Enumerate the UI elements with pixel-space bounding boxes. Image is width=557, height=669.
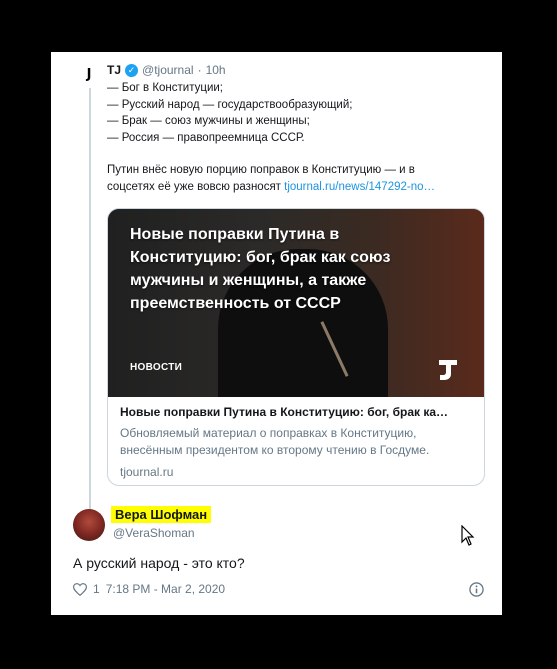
quoted-tweet-text: — Бог в Конституции; — Русский народ — г…: [107, 80, 487, 195]
user-avatar[interactable]: [73, 509, 105, 541]
quoted-time[interactable]: 10h: [206, 63, 226, 77]
thread-line: [89, 88, 91, 528]
text-gap: [107, 146, 487, 162]
user-name[interactable]: Вера Шофман: [111, 506, 212, 523]
link-preview-body: Новые поправки Путина в Конституцию: бог…: [120, 405, 472, 479]
image-category: НОВОСТИ: [130, 362, 183, 373]
tweet-meta: 1 7:18 PM - Mar 2, 2020: [73, 582, 225, 596]
article-link[interactable]: tjournal.ru/news/147292-no…: [284, 181, 435, 193]
text-line: соцсетях её уже вовсю разносят tjournal.…: [107, 179, 487, 196]
text-line: — Россия — правопреемница СССР.: [107, 131, 305, 144]
text-line: — Брак — союз мужчины и женщины;: [107, 115, 310, 127]
header-separator: ·: [197, 63, 202, 77]
tj-logo-icon: [439, 360, 457, 380]
verified-badge-icon: ✓: [125, 63, 139, 77]
mouse-cursor-icon: [461, 525, 475, 546]
tj-avatar[interactable]: J: [79, 64, 99, 84]
link-headline[interactable]: Новые поправки Путина в Конституцию: бог…: [120, 405, 472, 419]
like-count: 1: [93, 582, 100, 596]
quoted-author-name[interactable]: TJ: [107, 63, 121, 77]
heart-icon[interactable]: [73, 582, 87, 596]
para-text: соцсетях её уже вовсю разносят: [107, 180, 285, 193]
tweet-card: J TJ ✓ @tjournal · 10h — Бог в Конституц…: [51, 52, 502, 615]
link-source: tjournal.ru: [120, 465, 174, 479]
tweet-timestamp[interactable]: 7:18 PM - Mar 2, 2020: [106, 582, 225, 596]
reply-text: А русский народ - это кто?: [73, 555, 245, 571]
quoted-tweet-header: TJ ✓ @tjournal · 10h: [107, 63, 226, 77]
link-description: Обновляемый материал о поправках в Конст…: [120, 426, 430, 457]
link-preview-card[interactable]: Новые поправки Путина в Конституцию: бог…: [107, 208, 485, 486]
text-line: — Русский народ — государствообразующий;: [107, 98, 353, 111]
link-preview-image[interactable]: Новые поправки Путина в Конституцию: бог…: [108, 209, 484, 397]
info-icon[interactable]: [469, 582, 484, 597]
image-title: Новые поправки Путина в Конституцию: бог…: [130, 226, 391, 312]
text-line: — Бог в Конституции;: [107, 82, 223, 94]
text-line: Путин внёс новую порцию поправок в Конст…: [107, 164, 415, 176]
tj-avatar-letter: J: [86, 66, 92, 82]
user-handle[interactable]: @VeraShoman: [113, 526, 195, 540]
quoted-author-handle[interactable]: @tjournal: [142, 63, 194, 77]
